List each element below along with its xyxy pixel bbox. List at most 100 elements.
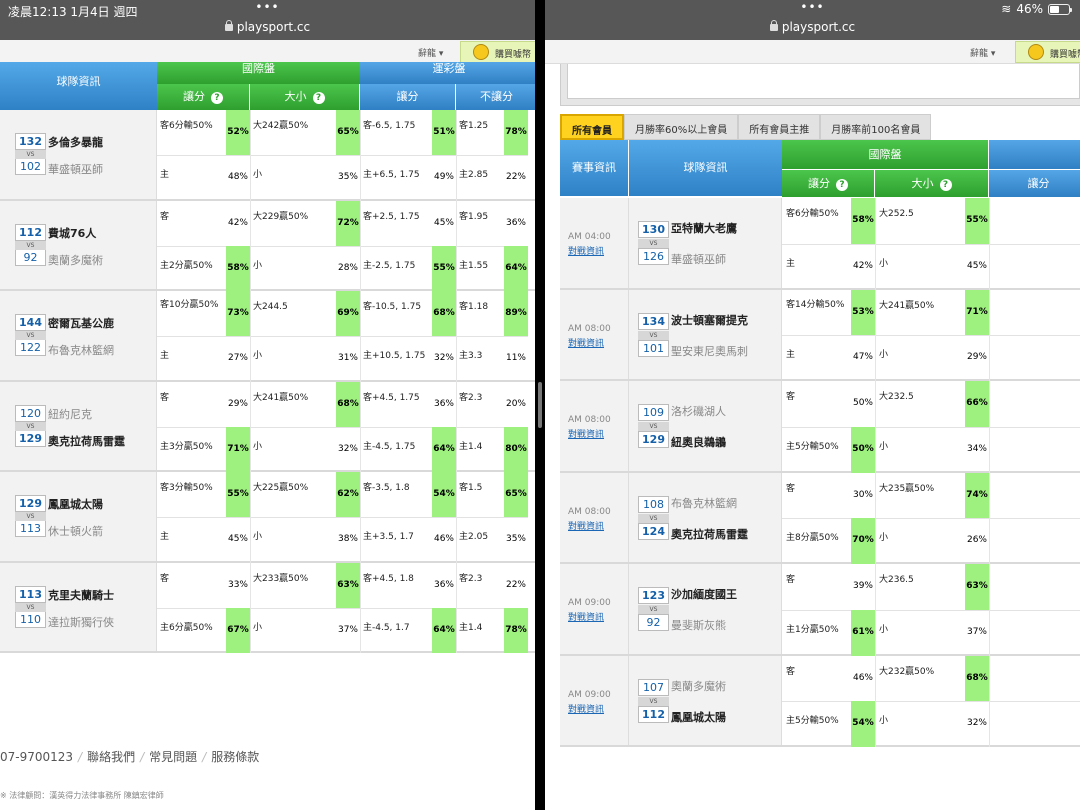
spread-pick[interactable]: 主2分贏50% [160,260,225,273]
lottery-spread-pick[interactable]: 主-4.5, 1.75 [363,441,431,454]
spread-pick[interactable]: 客14分輸50% [786,299,850,312]
spread-pick[interactable]: 客10分贏50% [160,299,225,312]
team-name[interactable]: 達拉斯獨行俠 [48,614,114,630]
footer-contact-link[interactable]: 聯絡我們 [87,750,135,764]
help-icon[interactable]: ? [836,179,848,191]
lottery-spread-pick[interactable]: 客-6.5, 1.75 [363,120,431,133]
lottery-spread-pick[interactable]: 客+4.5, 1.75 [363,392,431,405]
divider-handle[interactable] [538,382,542,428]
spread-pick[interactable]: 客 [160,211,225,224]
total-pick[interactable]: 小 [879,258,964,271]
team-name[interactable]: 休士頓火箭 [48,523,103,539]
team-name[interactable]: 亞特蘭大老鷹 [671,220,737,236]
total-pick[interactable]: 大236.5 [879,574,964,587]
team-name[interactable]: 華盛頓巫師 [48,161,103,177]
spread-pick[interactable]: 主8分贏50% [786,532,850,545]
spread-pick[interactable]: 客 [786,483,850,496]
total-pick[interactable]: 小 [879,349,964,362]
team-name[interactable]: 沙加緬度國王 [671,586,737,602]
help-icon[interactable]: ? [211,92,223,104]
lottery-spread-pick[interactable]: 客+2.5, 1.75 [363,211,431,224]
spread-pick[interactable]: 主 [160,169,225,182]
team-name[interactable]: 聖安東尼奧馬刺 [671,343,748,359]
spread-pick[interactable]: 客 [786,574,850,587]
total-pick[interactable]: 小 [253,622,335,635]
spread-pick[interactable]: 客 [786,666,850,679]
total-pick[interactable]: 大242贏50% [253,120,335,133]
team-name[interactable]: 波士頓塞爾提克 [671,312,748,328]
team-name[interactable]: 密爾瓦基公鹿 [48,315,114,331]
total-pick[interactable]: 小 [879,532,964,545]
moneyline-pick[interactable]: 主2.85 [459,169,503,182]
team-name[interactable]: 洛杉磯湖人 [671,403,726,419]
team-name[interactable]: 多倫多暴龍 [48,134,103,150]
matchup-info-link[interactable]: 對戰資訊 [568,427,604,440]
moneyline-pick[interactable]: 主2.05 [459,531,503,544]
lottery-spread-pick[interactable]: 主+3.5, 1.7 [363,531,431,544]
team-name[interactable]: 鳳凰城太陽 [671,709,726,725]
moneyline-pick[interactable]: 主3.3 [459,350,503,363]
moneyline-pick[interactable]: 客1.25 [459,120,503,133]
spread-pick[interactable]: 主5分輸50% [786,441,850,454]
matchup-info-link[interactable]: 對戰資訊 [568,336,604,349]
spread-pick[interactable]: 主1分贏50% [786,624,850,637]
spread-pick[interactable]: 主3分贏50% [160,441,225,454]
moneyline-pick[interactable]: 客2.3 [459,392,503,405]
team-name[interactable]: 克里夫蘭騎士 [48,587,114,603]
total-pick[interactable]: 小 [253,531,335,544]
team-name[interactable]: 奧克拉荷馬雷霆 [671,526,748,542]
spread-pick[interactable]: 客 [160,573,225,586]
total-pick[interactable]: 大232.5 [879,391,964,404]
spread-pick[interactable]: 客 [786,391,850,404]
team-name[interactable]: 費城76人 [48,225,96,241]
spread-pick[interactable]: 主 [786,258,850,271]
team-name[interactable]: 紐奧良鵜鶘 [671,434,726,450]
lottery-spread-pick[interactable]: 主-2.5, 1.75 [363,260,431,273]
team-name[interactable]: 紐約尼克 [48,406,92,422]
team-name[interactable]: 布魯克林籃網 [48,342,114,358]
team-name[interactable]: 奧蘭多魔術 [48,252,103,268]
filter-member-picks[interactable]: 所有會員主推 [738,114,821,140]
buy-coins-button-right[interactable]: 購買噱幣 [1015,41,1080,63]
lottery-spread-pick[interactable]: 主-4.5, 1.7 [363,622,431,635]
lottery-spread-pick[interactable]: 客-10.5, 1.75 [363,301,431,314]
spread-pick[interactable]: 客6分輸50% [160,120,225,133]
lottery-spread-pick[interactable]: 客-3.5, 1.8 [363,482,431,495]
moneyline-pick[interactable]: 客1.18 [459,301,503,314]
total-pick[interactable]: 大235贏50% [879,483,964,496]
total-pick[interactable]: 小 [879,624,964,637]
moneyline-pick[interactable]: 主1.55 [459,260,503,273]
filter-top100-members[interactable]: 月勝率前100名會員 [820,114,932,140]
team-name[interactable]: 華盛頓巫師 [671,251,726,267]
multitask-dots-icon-right[interactable]: ••• [545,0,1080,14]
total-pick[interactable]: 小 [253,350,335,363]
total-pick[interactable]: 大241贏50% [879,300,964,313]
spread-pick[interactable]: 主 [160,531,225,544]
team-name[interactable]: 布魯克林籃網 [671,495,737,511]
moneyline-pick[interactable]: 主1.4 [459,622,503,635]
multitask-dots-icon[interactable]: ••• [0,0,535,14]
spread-pick[interactable]: 客 [160,392,225,405]
filter-all-members[interactable]: 所有會員 [560,114,624,145]
footer-terms-link[interactable]: 服務條款 [211,750,259,764]
team-name[interactable]: 奧蘭多魔術 [671,678,726,694]
total-pick[interactable]: 小 [879,715,964,728]
team-name[interactable]: 鳳凰城太陽 [48,496,103,512]
spread-pick[interactable]: 主 [160,350,225,363]
address-bar[interactable]: playsport.cc [0,20,535,34]
moneyline-pick[interactable]: 客2.3 [459,573,503,586]
footer-faq-link[interactable]: 常見問題 [149,750,197,764]
matchup-info-link[interactable]: 對戰資訊 [568,244,604,257]
matchup-info-link[interactable]: 對戰資訊 [568,702,604,715]
total-pick[interactable]: 大252.5 [879,208,964,221]
total-pick[interactable]: 小 [879,441,964,454]
matchup-info-link[interactable]: 對戰資訊 [568,519,604,532]
total-pick[interactable]: 大241贏50% [253,392,335,405]
total-pick[interactable]: 大233贏50% [253,573,335,586]
moneyline-pick[interactable]: 主1.4 [459,441,503,454]
lottery-spread-pick[interactable]: 主+10.5, 1.75 [363,350,431,363]
total-pick[interactable]: 大232贏50% [879,666,964,679]
buy-coins-button[interactable]: 購買噱幣 [460,41,535,63]
address-bar-right[interactable]: playsport.cc [545,20,1080,34]
help-icon[interactable]: ? [312,92,325,104]
